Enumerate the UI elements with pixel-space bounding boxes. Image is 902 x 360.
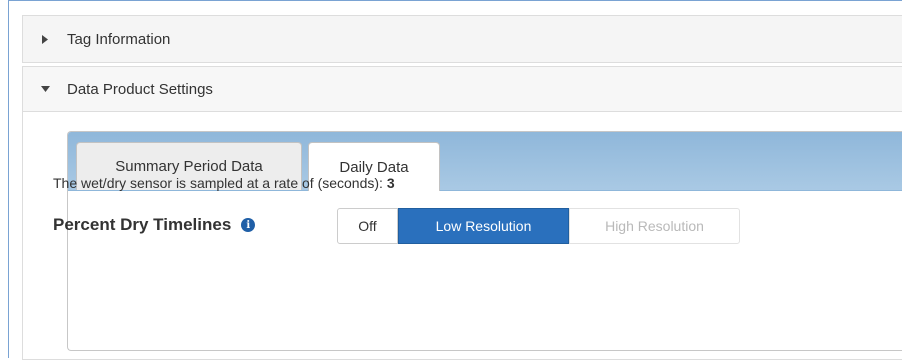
resolution-button-group: Off Low Resolution High Resolution	[337, 208, 740, 244]
info-icon[interactable]: i	[241, 218, 256, 232]
data-product-settings-title: Data Product Settings	[67, 80, 213, 98]
percent-dry-timelines-label: Percent Dry Timelines	[53, 215, 232, 234]
caret-down-icon	[39, 86, 51, 92]
tag-information-panel: Tag Information	[22, 15, 902, 63]
data-product-settings-header[interactable]: Data Product Settings	[23, 67, 902, 112]
tag-information-title: Tag Information	[67, 30, 171, 48]
sample-rate-value: 3	[386, 175, 395, 191]
low-resolution-button[interactable]: Low Resolution	[398, 208, 569, 244]
sample-rate-line: The wet/dry sensor is sampled at a rate …	[53, 175, 395, 191]
percent-dry-timelines-row: Percent Dry Timelines i	[53, 215, 256, 235]
high-resolution-button: High Resolution	[569, 208, 740, 244]
caret-right-icon	[39, 34, 51, 44]
data-product-settings-panel: Data Product Settings Summary Period Dat…	[22, 66, 902, 360]
tag-information-header[interactable]: Tag Information	[23, 16, 902, 62]
off-button[interactable]: Off	[337, 208, 398, 244]
sample-rate-text: The wet/dry sensor is sampled at a rate …	[53, 175, 383, 191]
frame-border-left	[8, 0, 9, 358]
frame-border-top	[8, 0, 902, 1]
